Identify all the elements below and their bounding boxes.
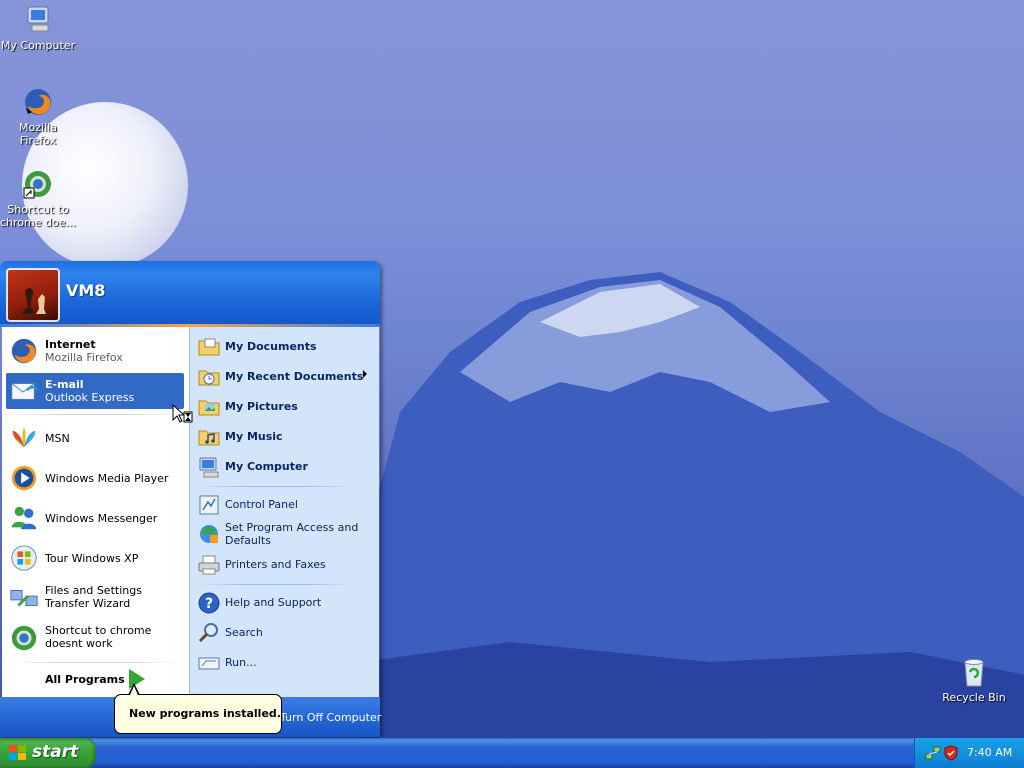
- turn-off-computer-button[interactable]: Turn Off Computer: [280, 711, 381, 724]
- run[interactable]: Run...: [197, 650, 375, 676]
- place-my-recent-documents[interactable]: My Recent Documents: [197, 364, 375, 390]
- recycle-bin-icon: [958, 656, 990, 688]
- desktop-icon-firefox[interactable]: Mozilla Firefox: [0, 86, 76, 147]
- recent-item-label: Windows Messenger: [45, 512, 158, 525]
- security-shield-icon[interactable]: [943, 745, 959, 761]
- recent-item-label: MSN: [45, 432, 70, 445]
- place-label: My Music: [225, 430, 283, 443]
- recent-item-msn[interactable]: MSN: [6, 420, 184, 456]
- recent-docs-icon: [197, 365, 221, 389]
- desktop-icon-label: My Computer: [0, 39, 76, 52]
- recent-item-label: Shortcut to chrome doesnt work: [45, 624, 152, 650]
- mountain: [360, 272, 1024, 738]
- my-computer-icon: [22, 4, 54, 36]
- places-separator: [198, 486, 353, 487]
- pinned-item-internet[interactable]: Internet Mozilla Firefox: [6, 333, 184, 369]
- mouse-cursor-icon: [172, 404, 193, 423]
- printer-icon: [197, 553, 221, 577]
- system-tray: 7:40 AM: [914, 738, 1024, 768]
- place-label: My Computer: [225, 460, 308, 473]
- help-and-support[interactable]: ? Help and Support: [197, 590, 375, 616]
- place-my-pictures[interactable]: My Pictures: [197, 394, 375, 420]
- system-control-panel[interactable]: Control Panel: [197, 492, 375, 518]
- system-printers-faxes[interactable]: Printers and Faxes: [197, 552, 375, 578]
- desktop-icon-label: Shortcut to chrome doe...: [0, 203, 76, 229]
- tour-icon: [9, 543, 39, 573]
- system-label: Control Panel: [225, 498, 298, 511]
- desktop-icon-chrome-shortcut[interactable]: Shortcut to chrome doe...: [0, 168, 76, 229]
- search[interactable]: Search: [197, 620, 375, 646]
- outlook-express-icon: [9, 376, 39, 406]
- system-label: Set Program Access and Defaults: [225, 521, 359, 547]
- start-button-label: start: [32, 742, 79, 762]
- pinned-item-subtitle: Outlook Express: [45, 391, 135, 404]
- recent-item-label: Files and Settings Transfer Wizard: [45, 584, 142, 610]
- pinned-item-title: E-mail: [45, 378, 84, 391]
- svg-text:?: ?: [205, 596, 213, 612]
- media-player-icon: [9, 463, 39, 493]
- start-button[interactable]: start: [0, 738, 96, 768]
- search-icon: [197, 621, 221, 645]
- place-label: My Recent Documents: [225, 370, 364, 383]
- user-avatar[interactable]: [6, 268, 60, 322]
- recent-item-messenger[interactable]: Windows Messenger: [6, 500, 184, 536]
- desktop-icon-label: Recycle Bin: [942, 691, 1006, 704]
- chevron-right-icon: [363, 370, 367, 378]
- place-my-computer[interactable]: My Computer: [197, 454, 375, 480]
- help-label: Search: [225, 626, 263, 639]
- pinned-item-email[interactable]: E-mail Outlook Express: [6, 373, 184, 409]
- folder-icon: [197, 335, 221, 359]
- pinned-item-subtitle: Mozilla Firefox: [45, 351, 123, 364]
- taskbar: start 7:40 AM: [0, 738, 1024, 768]
- clock[interactable]: 7:40 AM: [967, 746, 1012, 759]
- control-panel-icon: [197, 493, 221, 517]
- help-label: Run...: [225, 656, 257, 669]
- desktop-icon-label: Mozilla Firefox: [19, 121, 57, 147]
- run-icon: [197, 651, 221, 675]
- network-icon[interactable]: [925, 745, 941, 761]
- program-access-icon: [197, 522, 221, 546]
- tooltip-text: New programs installed.: [129, 707, 281, 720]
- chrome-shortcut-icon: [22, 168, 54, 200]
- user-name: VM8: [66, 281, 106, 300]
- msn-icon: [9, 423, 39, 453]
- all-programs-button[interactable]: All Programs: [45, 673, 125, 686]
- help-icon: ?: [197, 591, 221, 615]
- start-menu-header: VM8: [0, 261, 380, 324]
- messenger-icon: [9, 503, 39, 533]
- new-programs-tooltip[interactable]: New programs installed.: [114, 694, 282, 734]
- help-label: Help and Support: [225, 596, 322, 609]
- system-label: Printers and Faxes: [225, 558, 326, 571]
- tooltip-tail-fill: [130, 686, 138, 695]
- place-label: My Documents: [225, 340, 317, 353]
- recent-item-transfer-wizard[interactable]: Files and Settings Transfer Wizard: [6, 580, 184, 616]
- transfer-wizard-icon: [9, 583, 39, 613]
- chrome-icon: [9, 623, 39, 653]
- desktop-icon-my-computer[interactable]: My Computer: [0, 4, 76, 52]
- firefox-icon: [22, 86, 54, 118]
- system-program-access[interactable]: Set Program Access and Defaults: [197, 521, 375, 549]
- recent-item-tour[interactable]: Tour Windows XP: [6, 540, 184, 576]
- recent-item-label: Windows Media Player: [45, 472, 169, 485]
- place-my-documents[interactable]: My Documents: [197, 334, 375, 360]
- music-folder-icon: [197, 425, 221, 449]
- my-computer-icon: [197, 455, 221, 479]
- system-separator: [198, 584, 353, 585]
- recent-item-chrome-shortcut[interactable]: Shortcut to chrome doesnt work: [6, 620, 184, 656]
- recent-item-label: Tour Windows XP: [45, 552, 139, 565]
- pinned-separator: [10, 414, 180, 415]
- desktop-icon-recycle-bin[interactable]: Recycle Bin: [936, 656, 1012, 704]
- place-label: My Pictures: [225, 400, 298, 413]
- firefox-icon: [9, 336, 39, 366]
- all-programs-separator: [10, 662, 180, 663]
- place-my-music[interactable]: My Music: [197, 424, 375, 450]
- pinned-item-title: Internet: [45, 338, 96, 351]
- recent-item-media-player[interactable]: Windows Media Player: [6, 460, 184, 496]
- pictures-folder-icon: [197, 395, 221, 419]
- windows-flag-icon: [9, 745, 27, 761]
